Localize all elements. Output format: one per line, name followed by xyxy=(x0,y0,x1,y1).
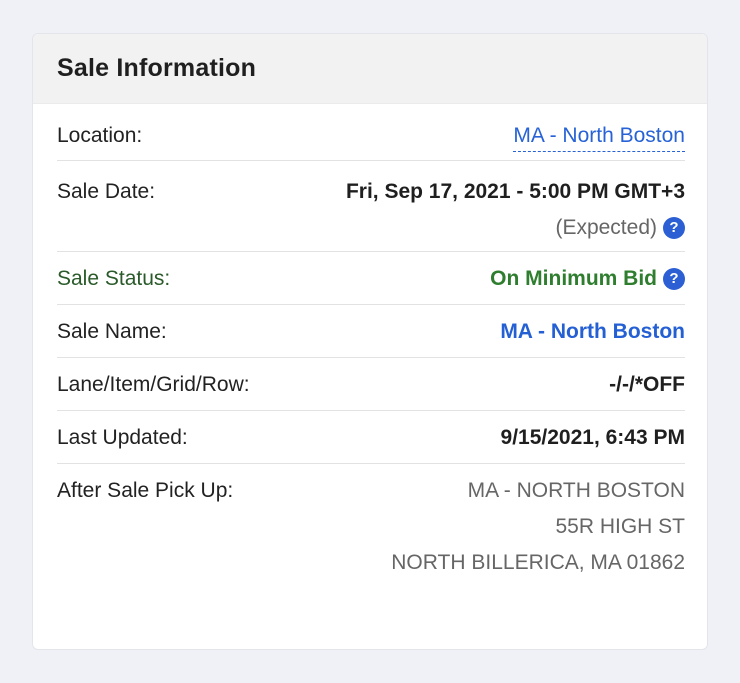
sale-status-value-group: On Minimum Bid? xyxy=(490,266,685,292)
pickup-address-line-2: 55R HIGH ST xyxy=(555,515,685,538)
row-pickup: After Sale Pick Up: MA - NORTH BOSTON 55… xyxy=(57,464,685,581)
last-updated-label: Last Updated: xyxy=(57,426,188,449)
location-label: Location: xyxy=(57,124,143,147)
lane-label: Lane/Item/Grid/Row: xyxy=(57,373,250,396)
row-lane: Lane/Item/Grid/Row: -/-/*OFF xyxy=(57,358,685,411)
row-sale-date: Sale Date: Fri, Sep 17, 2021 - 5:00 PM G… xyxy=(57,161,685,252)
pickup-label: After Sale Pick Up: xyxy=(57,479,234,502)
help-icon[interactable]: ? xyxy=(663,268,685,290)
pickup-address-line-1: MA - NORTH BOSTON xyxy=(467,479,685,502)
row-sale-name: Sale Name: MA - North Boston xyxy=(57,305,685,358)
row-sale-status: Sale Status: On Minimum Bid? xyxy=(57,252,685,305)
location-link[interactable]: MA - North Boston xyxy=(513,123,685,152)
info-rows: Location: MA - North Boston Sale Date: F… xyxy=(33,104,707,581)
lane-value: -/-/*OFF xyxy=(609,373,685,396)
sale-information-card: Sale Information Location: MA - North Bo… xyxy=(32,33,708,650)
sale-date-note: (Expected) xyxy=(555,216,657,239)
sale-name-label: Sale Name: xyxy=(57,320,167,343)
sale-status-label: Sale Status: xyxy=(57,267,171,290)
row-location: Location: MA - North Boston xyxy=(57,104,685,161)
sale-status-value: On Minimum Bid xyxy=(490,267,657,290)
sale-date-value: Fri, Sep 17, 2021 - 5:00 PM GMT+3 xyxy=(345,180,685,203)
row-last-updated: Last Updated: 9/15/2021, 6:43 PM xyxy=(57,411,685,464)
sale-date-value-group: Fri, Sep 17, 2021 - 5:00 PM GMT+3 (Expec… xyxy=(346,179,685,241)
sale-date-note-line: (Expected)? xyxy=(346,215,685,241)
pickup-address-line-3: NORTH BILLERICA, MA 01862 xyxy=(391,551,685,574)
sale-date-label: Sale Date: xyxy=(57,180,156,203)
last-updated-value: 9/15/2021, 6:43 PM xyxy=(500,426,685,449)
card-header: Sale Information xyxy=(33,34,707,104)
card-title: Sale Information xyxy=(57,54,257,82)
pickup-address: MA - NORTH BOSTON 55R HIGH ST NORTH BILL… xyxy=(391,473,685,581)
sale-name-link[interactable]: MA - North Boston xyxy=(500,319,685,345)
help-icon[interactable]: ? xyxy=(663,217,685,239)
